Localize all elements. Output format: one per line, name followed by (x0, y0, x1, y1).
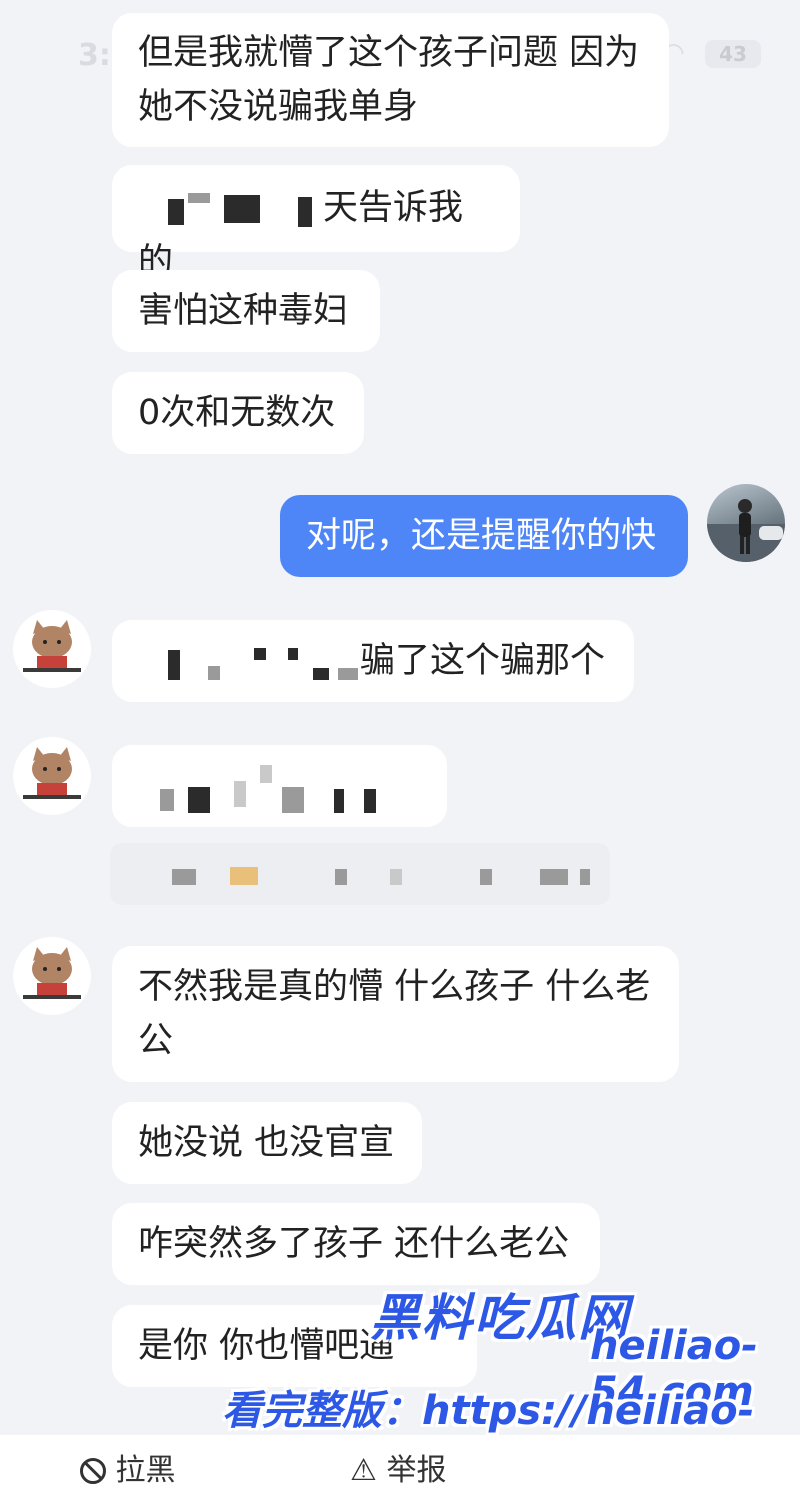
block-icon (80, 1458, 106, 1484)
report-label: 举报 (386, 1453, 447, 1488)
report-button[interactable]: ⚠ 举报 (350, 1445, 446, 1489)
contact-avatar[interactable] (13, 610, 91, 688)
message-text: 0次和无数次 (138, 393, 336, 433)
warning-icon: ⚠ (350, 1453, 377, 1488)
block-label: 拉黑 (115, 1453, 176, 1488)
message-text: 害怕这种毒妇 (138, 291, 349, 331)
message-text: 她没说 也没官宣 (138, 1123, 395, 1163)
cat-reading-icon (14, 611, 90, 687)
message-text: 对呢，还是提醒你的快 (306, 516, 657, 556)
contact-avatar[interactable] (13, 737, 91, 815)
contact-avatar[interactable] (13, 937, 91, 1015)
message-text: 但是我就懵了这个孩子问题 因为 她不没说骗我单身 (138, 33, 640, 127)
cat-reading-icon (14, 938, 90, 1014)
message-bubble[interactable]: 骗了这个骗那个 (112, 620, 634, 702)
message-bubble[interactable]: 不然我是真的懵 什么孩子 什么老 公 (112, 946, 679, 1082)
my-avatar[interactable] (707, 484, 785, 562)
cat-reading-icon (14, 738, 90, 814)
redacted-text (138, 189, 323, 229)
message-bubble[interactable]: 害怕这种毒妇 (112, 270, 380, 352)
redacted-message-bubble[interactable] (112, 745, 447, 827)
message-text: 骗了这个骗那个 (360, 641, 606, 681)
message-text: 不然我是真的懵 什么孩子 什么老 公 (138, 967, 651, 1061)
person-photo-icon (707, 499, 785, 562)
message-bubble[interactable]: 咋突然多了孩子 还什么老公 (112, 1203, 600, 1285)
status-time: 3: (78, 38, 111, 73)
my-message-bubble[interactable]: 对呢，还是提醒你的快 (280, 495, 688, 577)
message-bubble[interactable]: 但是我就懵了这个孩子问题 因为 她不没说骗我单身 (112, 13, 669, 147)
battery-indicator: 43 (705, 40, 761, 68)
redacted-text (138, 642, 360, 682)
quoted-message[interactable] (110, 843, 610, 905)
message-bubble[interactable]: 0次和无数次 (112, 372, 364, 454)
message-text: 是你 你也懵吧通 (138, 1326, 395, 1366)
message-text: 咋突然多了孩子 还什么老公 (138, 1224, 570, 1264)
bottom-action-bar: 拉黑 ⚠ 举报 (0, 1435, 800, 1493)
message-bubble[interactable]: 她没说 也没官宣 (112, 1102, 422, 1184)
message-bubble[interactable]: 天告诉我的 (112, 165, 520, 282)
block-button[interactable]: 拉黑 (80, 1445, 176, 1489)
